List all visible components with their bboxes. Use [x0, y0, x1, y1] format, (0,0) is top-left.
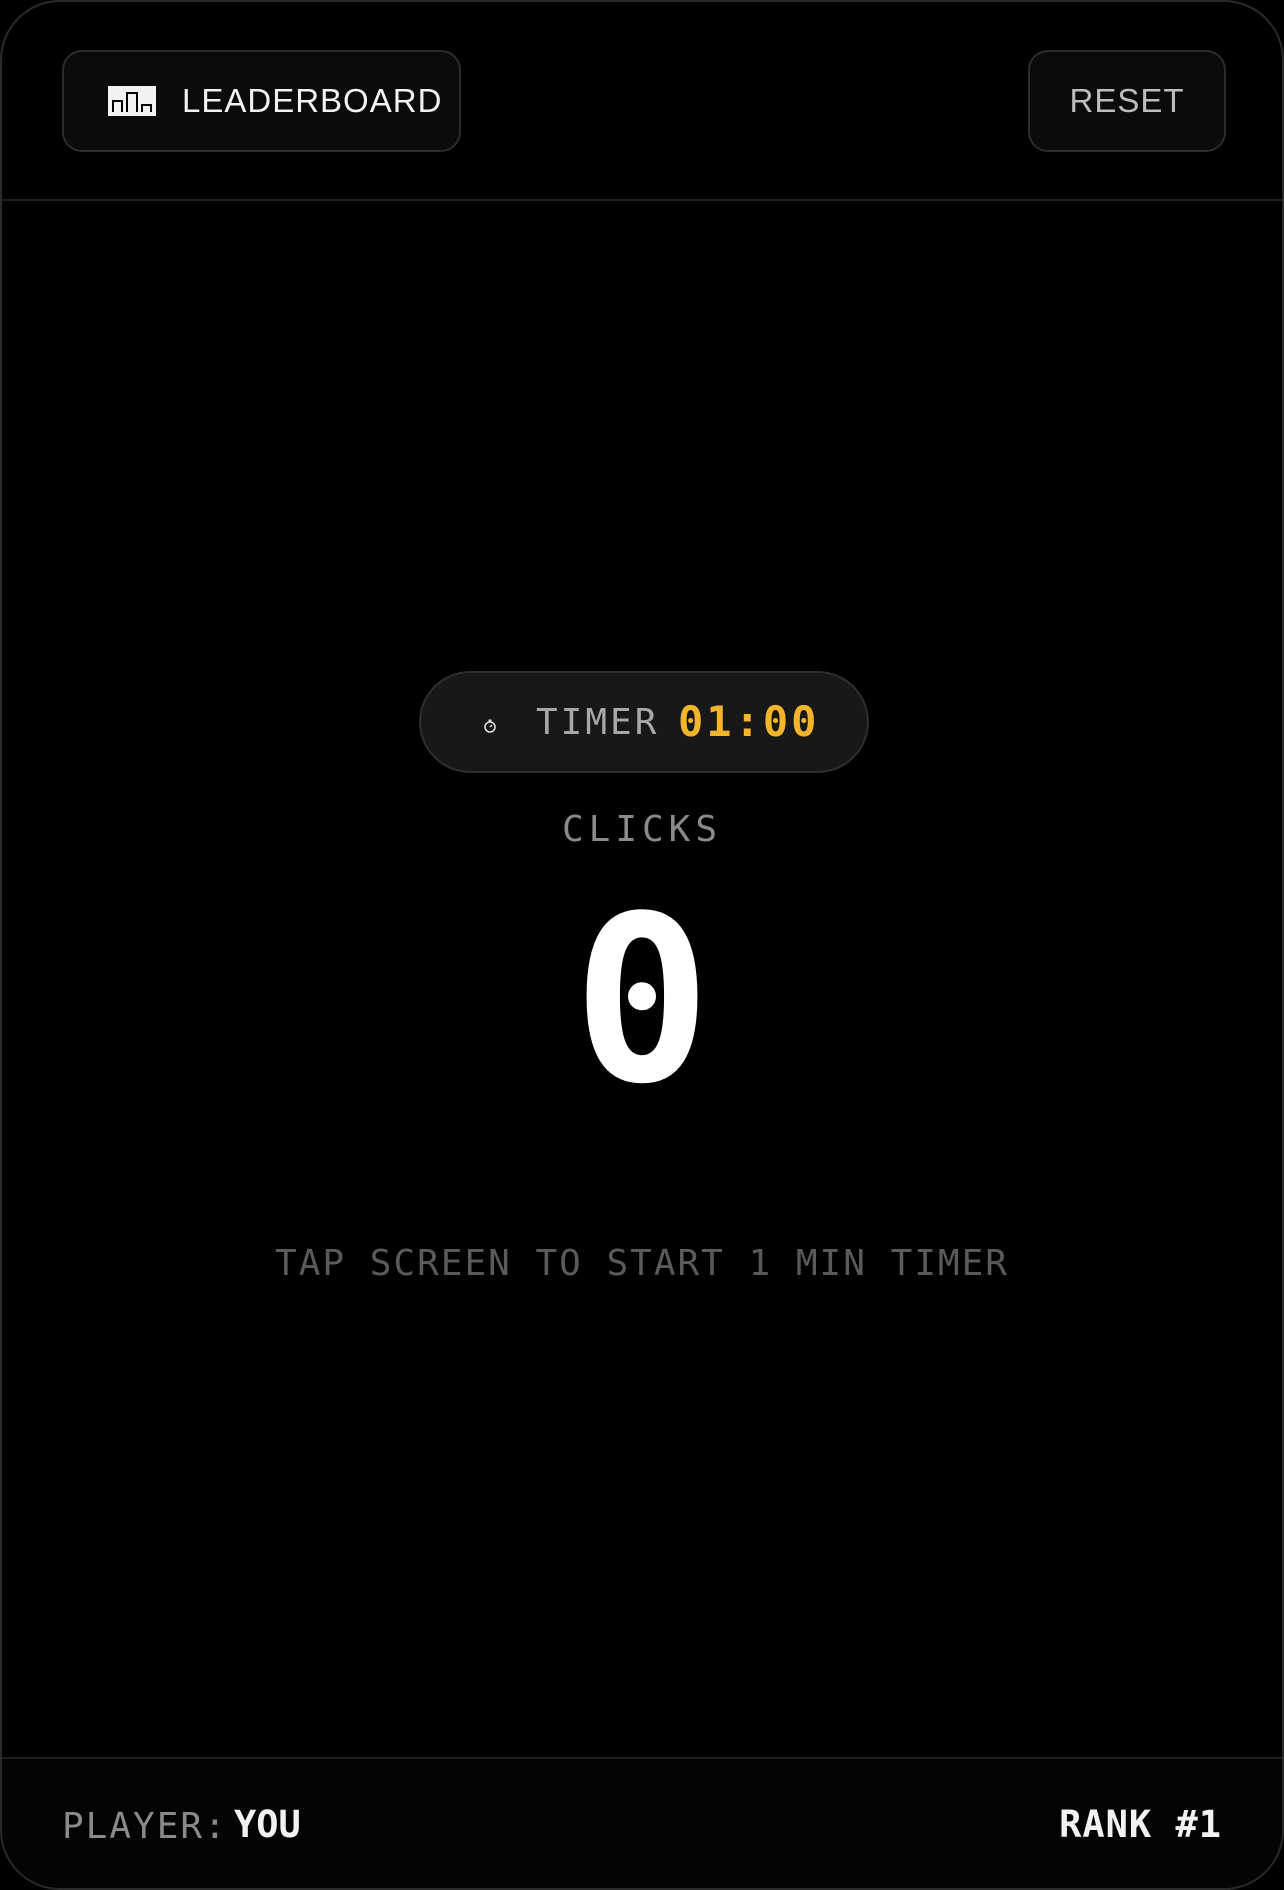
rank-label: RANK #1 — [1059, 1803, 1222, 1846]
top-bar: LEADERBOARD RESET — [2, 2, 1282, 201]
timer-value: 01:00 — [678, 697, 820, 746]
start-hint: TAP SCREEN TO START 1 MIN TIMER — [275, 1243, 1009, 1284]
stopwatch-icon — [484, 719, 496, 733]
clicks-label: CLICKS — [561, 809, 723, 850]
game-screen[interactable]: LEADERBOARD RESET TIMER 01:00 CLICKS 0 T… — [0, 0, 1284, 1890]
leaderboard-button[interactable]: LEADERBOARD — [62, 50, 461, 152]
leaderboard-label: LEADERBOARD — [182, 82, 443, 119]
podium-icon — [108, 86, 156, 116]
timer-display: TIMER 01:00 — [419, 671, 869, 773]
status-bar: PLAYER: YOU RANK #1 — [2, 1757, 1282, 1888]
click-count: 0 — [572, 868, 712, 1135]
player-name: YOU — [234, 1803, 301, 1846]
player-label: PLAYER: — [62, 1806, 228, 1847]
reset-button[interactable]: RESET — [1028, 50, 1226, 152]
timer-label: TIMER — [536, 702, 660, 743]
reset-label: RESET — [1069, 82, 1185, 119]
